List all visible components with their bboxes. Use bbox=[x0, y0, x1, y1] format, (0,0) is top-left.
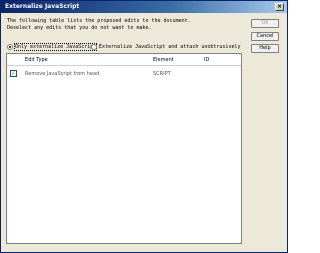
cell-edit-type: Remove JavaScript from head bbox=[25, 71, 100, 77]
column-header-element[interactable]: Element bbox=[153, 57, 174, 63]
radio-off-icon[interactable] bbox=[91, 43, 97, 50]
description: The following table lists the proposed e… bbox=[7, 18, 237, 32]
table-header: Edit Type Element ID bbox=[7, 54, 241, 66]
cancel-button[interactable]: Cancel bbox=[251, 32, 279, 41]
description-line-2: Deselect any edits that you do not want … bbox=[7, 25, 152, 31]
description-line-1: The following table lists the proposed e… bbox=[7, 18, 191, 24]
row-checkbox[interactable]: ✓ bbox=[10, 70, 17, 77]
column-header-edit-type[interactable]: Edit Type bbox=[25, 57, 48, 63]
radio-on-icon[interactable] bbox=[7, 43, 13, 50]
close-icon[interactable]: × bbox=[275, 3, 284, 11]
externalize-unobtrusively-radio[interactable]: Externalize JavaScript and attach unobtr… bbox=[91, 42, 240, 51]
only-externalize-radio[interactable]: Only externalize JavaScript bbox=[7, 42, 98, 51]
only-externalize-label: Only externalize JavaScript bbox=[13, 42, 98, 51]
ok-button[interactable]: OK bbox=[251, 19, 279, 28]
table-row[interactable]: ✓ Remove JavaScript from head SCRIPT bbox=[7, 69, 241, 78]
title-bar[interactable]: Externalize JavaScript × bbox=[1, 1, 287, 13]
externalize-unobtrusively-label: Externalize JavaScript and attach unobtr… bbox=[99, 43, 241, 50]
help-button[interactable]: Help bbox=[251, 44, 279, 53]
edits-table: Edit Type Element ID ✓ Remove JavaScript… bbox=[6, 53, 242, 244]
column-header-id[interactable]: ID bbox=[204, 57, 209, 63]
externalize-javascript-dialog: Externalize JavaScript × The following t… bbox=[0, 0, 288, 253]
dialog-title: Externalize JavaScript bbox=[5, 3, 80, 10]
cell-element: SCRIPT bbox=[153, 71, 171, 77]
